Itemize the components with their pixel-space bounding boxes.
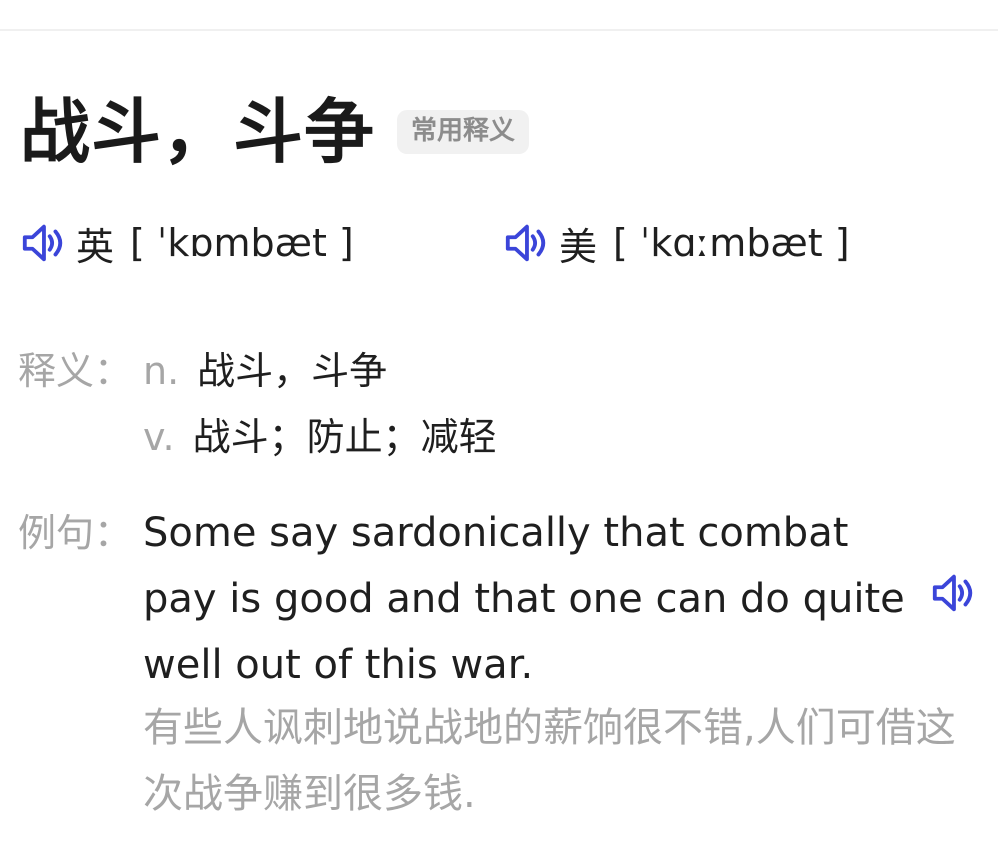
ipa-text: [ ˈkɑːmbæt ] <box>613 221 850 265</box>
ipa-text: [ ˈkɒmbæt ] <box>130 221 354 265</box>
example-translation: 有些人讽刺地说战地的薪饷很不错,人们可借这次战争赚到很多钱. <box>143 705 956 817</box>
definition-meaning: 战斗，斗争 <box>197 349 388 393</box>
region-label: 英 <box>76 224 115 269</box>
definition-row: v. 战斗；防止；减轻 <box>143 406 497 461</box>
speaker-icon[interactable] <box>930 570 976 616</box>
top-divider <box>0 29 998 31</box>
part-of-speech: v. <box>143 415 175 459</box>
headword-row: 战斗，斗争 常用释义 <box>20 91 530 173</box>
pronunciation-us: 美 [ ˈkɑːmbæt ] <box>503 218 850 269</box>
example-sentence: Some say sardonically that combat pay is… <box>143 510 905 688</box>
headword: 战斗，斗争 <box>20 91 375 173</box>
example-label: 例句： <box>18 511 133 555</box>
definition-meaning: 战斗；防止；减轻 <box>192 415 497 459</box>
definitions-label: 释义： <box>18 349 133 393</box>
speaker-icon[interactable] <box>503 220 549 266</box>
common-meaning-badge: 常用释义 <box>397 110 530 154</box>
pronunciation-uk: 英 [ ˈkɒmbæt ] <box>20 218 354 269</box>
definition-row: n. 战斗，斗争 <box>143 340 387 395</box>
part-of-speech: n. <box>143 349 180 393</box>
speaker-icon[interactable] <box>20 220 66 266</box>
region-label: 美 <box>559 224 598 269</box>
